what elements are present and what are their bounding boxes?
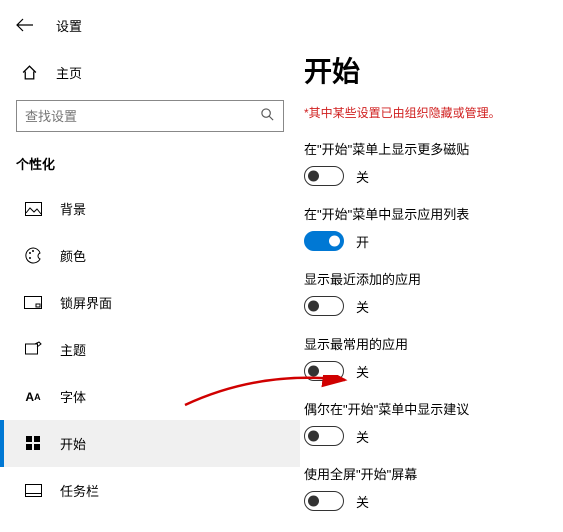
sidebar-item-background[interactable]: 背景 — [0, 185, 300, 232]
setting-recent-apps: 显示最近添加的应用 关 — [304, 269, 559, 316]
sidebar-item-label: 主题 — [60, 340, 86, 359]
setting-label: 偶尔在"开始"菜单中显示建议 — [304, 399, 559, 418]
warning-text: *其中某些设置已由组织隐藏或管理。 — [304, 104, 559, 121]
home-link[interactable]: 主页 — [0, 53, 300, 92]
sidebar-item-label: 任务栏 — [60, 481, 99, 500]
search-box[interactable] — [16, 100, 284, 132]
start-icon — [24, 435, 42, 453]
left-panel: 设置 主页 个性化 背景 颜色 — [0, 0, 300, 532]
lockscreen-icon — [24, 294, 42, 312]
palette-icon — [24, 247, 42, 265]
sidebar-item-label: 开始 — [60, 434, 86, 453]
picture-icon — [24, 200, 42, 218]
taskbar-icon — [24, 482, 42, 500]
setting-most-used: 显示最常用的应用 关 — [304, 334, 559, 381]
back-button[interactable] — [16, 17, 36, 35]
page-title: 开始 — [304, 50, 559, 90]
sidebar-item-lockscreen[interactable]: 锁屏界面 — [0, 279, 300, 326]
toggle-most-used[interactable] — [304, 361, 344, 381]
sidebar-item-taskbar[interactable]: 任务栏 — [0, 467, 300, 514]
toggle-app-list[interactable] — [304, 231, 344, 251]
home-icon — [20, 64, 38, 82]
toggle-state: 关 — [356, 167, 369, 186]
toggle-suggestions[interactable] — [304, 426, 344, 446]
setting-app-list: 在"开始"菜单中显示应用列表 开 — [304, 204, 559, 251]
search-input[interactable] — [25, 109, 260, 124]
toggle-state: 开 — [356, 232, 369, 251]
sidebar-item-label: 颜色 — [60, 246, 86, 265]
sidebar-item-label: 字体 — [60, 387, 86, 406]
toggle-fullscreen[interactable] — [304, 491, 344, 511]
toggle-state: 关 — [356, 427, 369, 446]
search-icon — [260, 107, 275, 125]
sidebar-item-themes[interactable]: 主题 — [0, 326, 300, 373]
setting-label: 显示最近添加的应用 — [304, 269, 559, 288]
font-icon: AA — [24, 388, 42, 406]
setting-label: 使用全屏"开始"屏幕 — [304, 464, 559, 483]
toggle-more-tiles[interactable] — [304, 166, 344, 186]
sidebar-item-start[interactable]: 开始 — [0, 420, 300, 467]
toggle-state: 关 — [356, 362, 369, 381]
content-panel: 开始 *其中某些设置已由组织隐藏或管理。 在"开始"菜单上显示更多磁贴 关 在"… — [300, 0, 563, 532]
home-label: 主页 — [56, 63, 82, 82]
setting-suggestions: 偶尔在"开始"菜单中显示建议 关 — [304, 399, 559, 446]
setting-label: 在"开始"菜单中显示应用列表 — [304, 204, 559, 223]
setting-label: 在"开始"菜单上显示更多磁贴 — [304, 139, 559, 158]
setting-label: 显示最常用的应用 — [304, 334, 559, 353]
sidebar-item-colors[interactable]: 颜色 — [0, 232, 300, 279]
setting-more-tiles: 在"开始"菜单上显示更多磁贴 关 — [304, 139, 559, 186]
sidebar-item-label: 背景 — [60, 199, 86, 218]
toggle-state: 关 — [356, 297, 369, 316]
app-title: 设置 — [56, 16, 82, 35]
setting-fullscreen: 使用全屏"开始"屏幕 关 — [304, 464, 559, 511]
sidebar-item-fonts[interactable]: AA 字体 — [0, 373, 300, 420]
section-label: 个性化 — [0, 148, 300, 185]
sidebar-item-label: 锁屏界面 — [60, 293, 112, 312]
theme-icon — [24, 341, 42, 359]
toggle-state: 关 — [356, 492, 369, 511]
toggle-recent-apps[interactable] — [304, 296, 344, 316]
